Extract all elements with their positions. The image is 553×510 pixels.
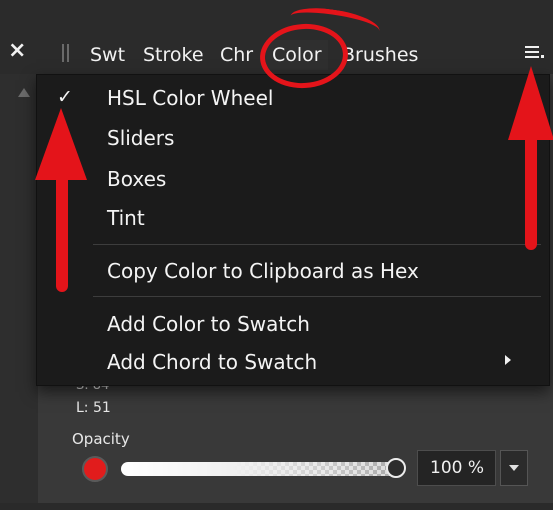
menu-separator (93, 244, 541, 245)
tab-stroke[interactable]: Stroke (137, 40, 210, 70)
menu-item-hsl-color-wheel[interactable]: HSL Color Wheel (107, 86, 273, 110)
annotation-arrowhead-right (508, 66, 553, 140)
scroll-up-icon[interactable] (18, 88, 30, 97)
color-panel-menu (36, 74, 550, 386)
drag-grip-icon[interactable] (62, 44, 72, 62)
tab-brushes[interactable]: Brushes (336, 40, 424, 70)
menu-item-add-chord-to-swatch[interactable]: Add Chord to Swatch (107, 350, 317, 374)
menu-item-tint[interactable]: Tint (107, 206, 145, 230)
tab-swatches[interactable]: Swt (84, 40, 131, 70)
panel-bottom-edge (0, 503, 553, 510)
menu-item-boxes[interactable]: Boxes (107, 167, 166, 191)
current-color-swatch[interactable] (82, 456, 108, 482)
opacity-slider[interactable] (121, 462, 397, 476)
menu-separator (93, 296, 541, 297)
menu-item-sliders[interactable]: Sliders (107, 126, 174, 150)
checkmark-icon: ✓ (57, 86, 73, 108)
menu-item-add-color-to-swatch[interactable]: Add Color to Swatch (107, 312, 310, 336)
hamburger-menu-icon[interactable] (525, 46, 544, 60)
submenu-arrow-icon (505, 355, 511, 365)
lightness-readout: L: 51 (76, 400, 111, 416)
opacity-value-field[interactable]: 100 % (417, 450, 496, 486)
opacity-label: Opacity (72, 430, 130, 448)
close-icon[interactable]: × (8, 40, 26, 62)
opacity-dropdown-button[interactable] (500, 450, 528, 486)
panel-left-strip (0, 74, 38, 510)
menu-item-copy-hex[interactable]: Copy Color to Clipboard as Hex (107, 259, 419, 283)
opacity-slider-handle[interactable] (386, 458, 406, 478)
annotation-arrowhead-left (35, 108, 87, 180)
chevron-down-icon (509, 465, 519, 471)
